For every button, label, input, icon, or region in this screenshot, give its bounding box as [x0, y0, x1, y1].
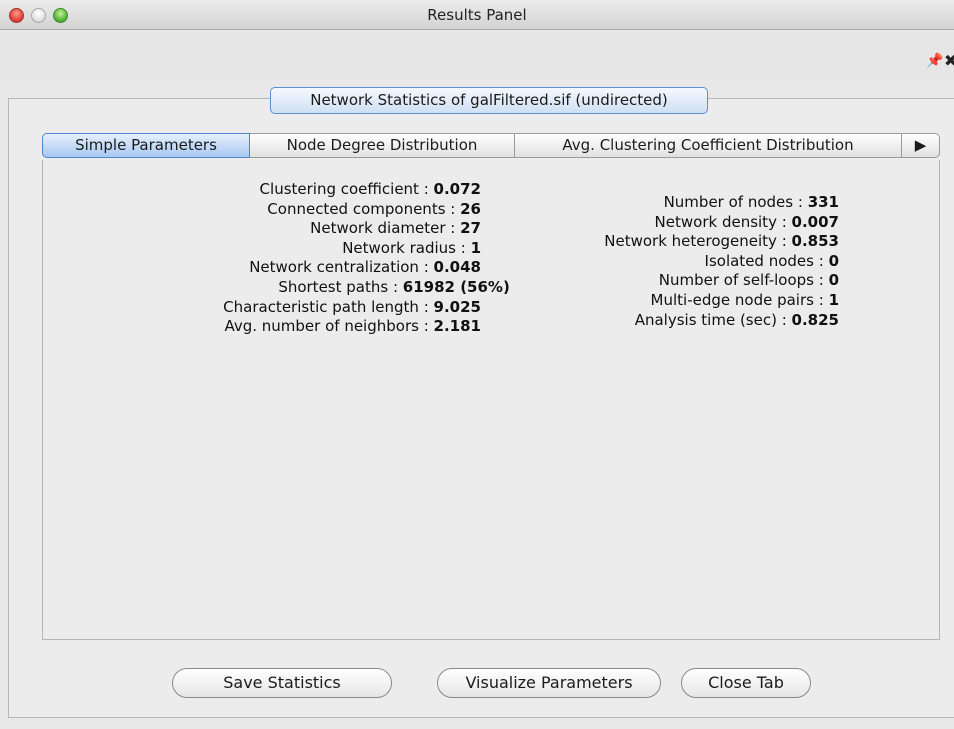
statistic-label: Avg. number of neighbors : [224, 317, 429, 336]
statistic-row: Connected components : 26 [151, 200, 481, 220]
tab-bar: Simple Parameters Node Degree Distributi… [42, 133, 940, 158]
statistic-value: 0 [828, 271, 839, 290]
statistic-row: Network radius : 1 [151, 239, 481, 259]
statistic-row: Avg. number of neighbors : 2.181 [151, 317, 481, 337]
statistic-value: 0.072 [433, 180, 481, 198]
statistic-row: Network centralization : 0.048 [151, 258, 481, 278]
statistic-value: 0.007 [791, 212, 839, 231]
statistic-value: 331 [807, 193, 839, 211]
statistic-row: Number of self-loops : 0 [549, 271, 839, 291]
statistic-label: Network radius : [342, 238, 466, 257]
statistic-label: Number of self-loops : [658, 271, 824, 290]
statistic-label: Clustering coefficient : [259, 180, 429, 198]
tab-node-degree-distribution[interactable]: Node Degree Distribution [250, 133, 515, 158]
statistic-value: 61982 (56%) [402, 277, 510, 296]
statistic-value: 1 [470, 238, 481, 257]
results-panel-window: Results Panel 📌 ✖ Network Statistics of … [0, 0, 954, 729]
statistic-value: 9.025 [433, 297, 481, 316]
statistic-row: Clustering coefficient : 0.072 [151, 180, 481, 200]
tab-scroll-right-icon[interactable]: ▶ [902, 133, 940, 158]
button-row: Save Statistics Visualize Parameters Clo… [0, 668, 954, 698]
right-statistics-list: Number of nodes : 331 Network density : 0… [549, 193, 839, 330]
statistic-value: 26 [460, 199, 481, 218]
statistic-row: Number of nodes : 331 [549, 193, 839, 213]
left-statistics-list: Clustering coefficient : 0.072 Connected … [151, 180, 510, 337]
statistic-value: 0.853 [791, 232, 839, 251]
statistic-label: Isolated nodes : [704, 251, 824, 270]
statistic-row: Characteristic path length : 9.025 [151, 298, 481, 318]
statistic-label: Network diameter : [310, 219, 456, 238]
pin-icon[interactable]: 📌 [926, 53, 943, 69]
statistic-row: Shortest paths : 61982 (56%) [151, 277, 510, 298]
panel-header: Network Statistics of galFiltered.sif (u… [270, 87, 708, 114]
visualize-parameters-button[interactable]: Visualize Parameters [437, 668, 661, 698]
statistic-value: 2.181 [433, 317, 481, 336]
statistic-row: Network heterogeneity : 0.853 [549, 232, 839, 252]
statistic-value: 0.825 [791, 310, 839, 329]
panel-toolstrip: 📌 ✖ [0, 31, 954, 79]
statistic-label: Shortest paths : [278, 277, 398, 296]
statistic-label: Network heterogeneity : [604, 232, 787, 251]
statistic-label: Connected components : [267, 199, 456, 218]
save-statistics-button[interactable]: Save Statistics [172, 668, 392, 698]
statistic-label: Network centralization : [249, 258, 429, 277]
statistic-row: Isolated nodes : 0 [549, 252, 839, 272]
statistic-row: Network diameter : 27 [151, 219, 481, 239]
tab-avg-clustering-coefficient-distribution[interactable]: Avg. Clustering Coefficient Distribution [515, 133, 902, 158]
statistic-label: Network density : [654, 212, 787, 231]
simple-parameters-content: Clustering coefficient : 0.072 Connected … [42, 160, 940, 640]
statistic-row: Network density : 0.007 [549, 213, 839, 233]
title-bar: Results Panel [0, 0, 954, 30]
statistic-value: 0.048 [433, 258, 481, 277]
close-tab-button[interactable]: Close Tab [681, 668, 811, 698]
statistic-label: Characteristic path length : [223, 297, 429, 316]
tab-simple-parameters[interactable]: Simple Parameters [42, 133, 250, 158]
statistic-row: Analysis time (sec) : 0.825 [549, 311, 839, 331]
statistic-value: 0 [828, 251, 839, 270]
statistic-label: Analysis time (sec) : [634, 310, 787, 329]
statistic-value: 27 [460, 219, 481, 238]
statistic-label: Number of nodes : [663, 193, 803, 211]
statistic-row: Multi-edge node pairs : 1 [549, 291, 839, 311]
close-panel-icon[interactable]: ✖ [944, 51, 954, 70]
statistic-value: 1 [828, 290, 839, 309]
window-title: Results Panel [427, 6, 527, 24]
statistic-label: Multi-edge node pairs : [650, 290, 824, 309]
